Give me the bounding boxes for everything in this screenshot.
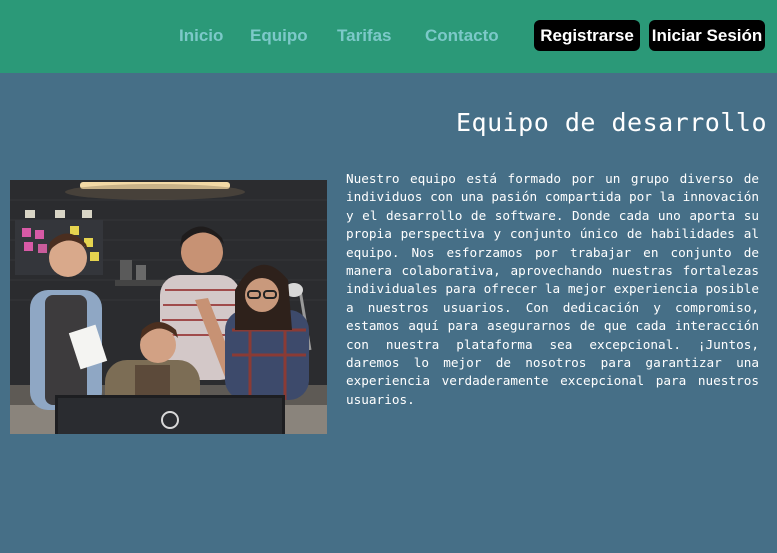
top-navbar: Inicio Equipo Tarifas Contacto Registrar…	[0, 0, 777, 73]
register-button[interactable]: Registrarse	[534, 20, 640, 51]
nav-link-tarifas[interactable]: Tarifas	[337, 25, 392, 47]
nav-link-equipo[interactable]: Equipo	[250, 25, 308, 47]
nav-link-inicio[interactable]: Inicio	[179, 25, 223, 47]
team-photo	[10, 180, 327, 434]
nav-link-contacto[interactable]: Contacto	[425, 25, 499, 47]
login-button[interactable]: Iniciar Sesión	[649, 20, 765, 51]
page-title: Equipo de desarrollo	[455, 108, 767, 137]
team-description: Nuestro equipo está formado por un grupo…	[346, 171, 759, 407]
